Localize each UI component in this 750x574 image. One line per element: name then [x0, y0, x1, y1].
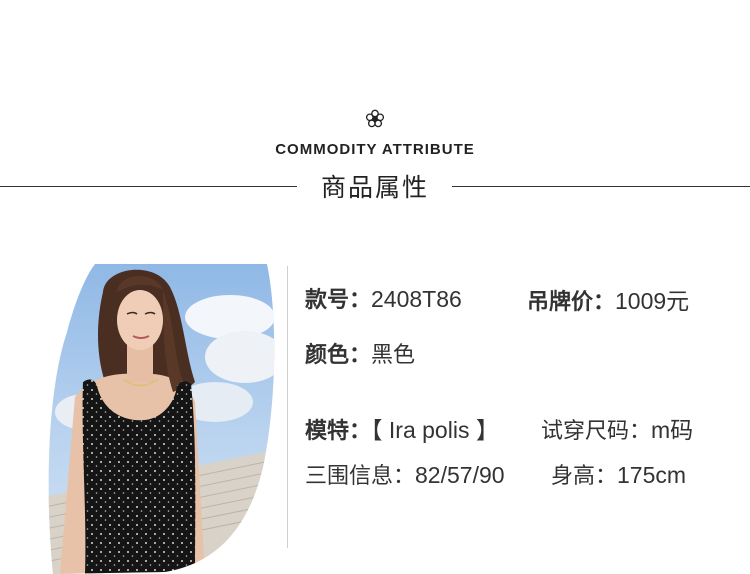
header-divider-right: [452, 186, 750, 187]
product-photo: [48, 264, 275, 574]
model-label: 模特：: [305, 419, 372, 444]
header-divider-left: [0, 186, 297, 187]
trial-size-value: m码: [651, 417, 694, 443]
height-value: 175cm: [617, 462, 687, 488]
tag-price-label: 吊牌价：: [527, 290, 616, 315]
section-title-chinese: 商品属性: [320, 173, 429, 202]
model-name-value: 【 Ira polis 】: [371, 417, 499, 443]
color-label: 颜色：: [305, 343, 372, 368]
tag-price-row: 吊牌价：1009元: [527, 282, 689, 316]
measurements-row: 三围信息：82/57/90: [305, 458, 505, 490]
trial-size-label: 试穿尺码：: [541, 419, 652, 444]
color-value: 黑色: [371, 343, 416, 368]
model-number-value: 2408T86: [371, 286, 462, 312]
height-row: 身高：175cm: [551, 458, 686, 490]
section-title-english: COMMODITY ATTRIBUTE: [275, 141, 475, 158]
vertical-divider: [287, 266, 288, 548]
trial-size-row: 试穿尺码：m码: [541, 411, 693, 445]
model-number-label: 款号：: [305, 288, 372, 313]
model-row: 模特：【 Ira polis 】: [305, 411, 499, 445]
color-row: 颜色：黑色: [305, 337, 415, 369]
measurements-label: 三围信息：: [305, 464, 416, 489]
model-number-row: 款号：2408T86: [305, 282, 462, 314]
tag-price-value: 1009元: [615, 288, 690, 314]
flower-icon: [365, 109, 385, 128]
height-label: 身高：: [551, 464, 618, 489]
measurements-value: 82/57/90: [415, 462, 505, 488]
